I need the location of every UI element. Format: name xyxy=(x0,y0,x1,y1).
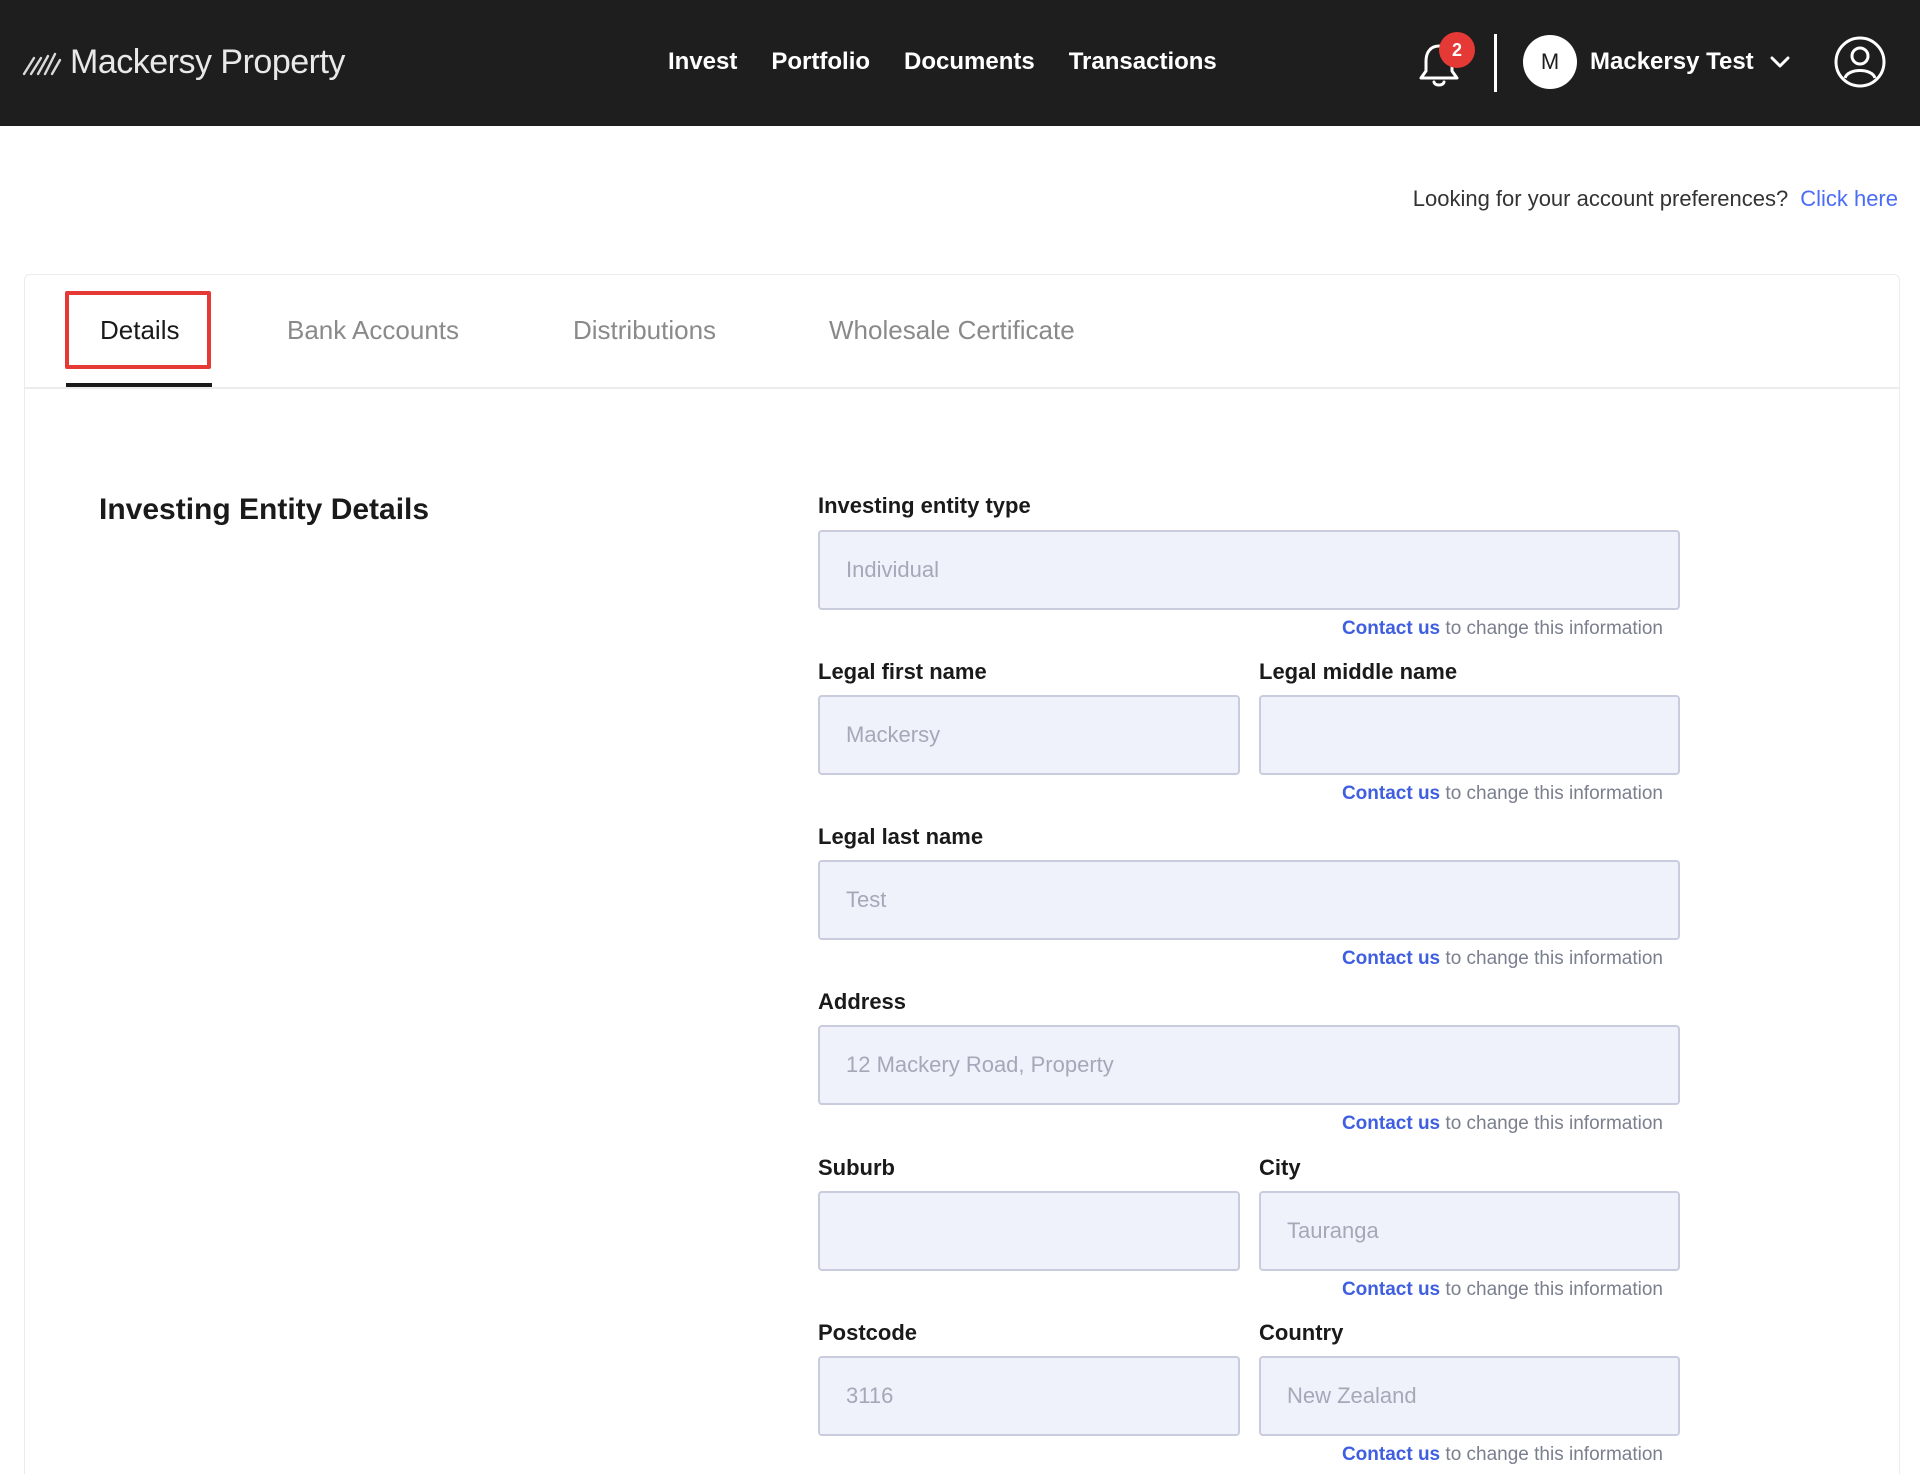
tab-bank-accounts[interactable]: Bank Accounts xyxy=(287,313,459,347)
main-nav: Invest Portfolio Documents Transactions xyxy=(668,44,1251,80)
brand-name: Mackersy Property xyxy=(70,42,345,81)
account-circle-icon[interactable] xyxy=(1832,34,1888,90)
account-preferences-note: Looking for your account preferences? Cli… xyxy=(1413,186,1898,212)
entity-type-help: Contact us to change this information xyxy=(1341,618,1663,639)
contact-us-link[interactable]: Contact us xyxy=(1342,948,1440,969)
address-help: Contact us to change this information xyxy=(1341,1113,1663,1134)
contact-us-link[interactable]: Contact us xyxy=(1342,1113,1440,1134)
postcode-field[interactable]: 3116 xyxy=(818,1356,1240,1436)
address-label: Address xyxy=(818,989,907,1014)
tab-wholesale-certificate[interactable]: Wholesale Certificate xyxy=(829,313,1075,347)
suburb-field[interactable] xyxy=(818,1191,1240,1271)
name-help: Contact us to change this information xyxy=(1341,783,1663,804)
city-field[interactable]: Tauranga xyxy=(1259,1191,1680,1271)
address-field[interactable]: 12 Mackery Road, Property xyxy=(818,1025,1680,1105)
active-tab-underline xyxy=(66,383,212,387)
tab-distributions[interactable]: Distributions xyxy=(573,313,716,347)
last-name-label: Legal last name xyxy=(818,824,984,849)
location-help: Contact us to change this information xyxy=(1341,1279,1663,1300)
details-card: Details Bank Accounts Distributions Whol… xyxy=(24,274,1900,1474)
user-avatar[interactable]: M xyxy=(1523,35,1577,89)
contact-us-link[interactable]: Contact us xyxy=(1342,1444,1440,1465)
city-label: City xyxy=(1259,1155,1301,1180)
middle-name-field[interactable] xyxy=(1259,695,1680,775)
country-field[interactable]: New Zealand xyxy=(1259,1356,1680,1436)
brand-stripes-icon xyxy=(22,52,62,76)
entity-type-label: Investing entity type xyxy=(818,493,1031,518)
section-title: Investing Entity Details xyxy=(99,493,430,526)
entity-type-field[interactable]: Individual xyxy=(818,530,1680,610)
tab-details[interactable]: Details xyxy=(100,313,179,347)
chevron-down-icon[interactable] xyxy=(1768,52,1792,72)
notification-badge: 2 xyxy=(1439,32,1475,68)
brand-logo[interactable]: Mackersy Property xyxy=(22,40,345,84)
last-name-help: Contact us to change this information xyxy=(1341,948,1663,969)
header-divider xyxy=(1494,34,1497,92)
first-name-label: Legal first name xyxy=(818,659,987,684)
last-name-field[interactable]: Test xyxy=(818,860,1680,940)
preferences-link[interactable]: Click here xyxy=(1800,186,1898,211)
top-navigation-bar: Mackersy Property Invest Portfolio Docum… xyxy=(0,0,1920,126)
postcode-help: Contact us to change this information xyxy=(1341,1444,1663,1465)
tab-bar: Details Bank Accounts Distributions Whol… xyxy=(25,275,1899,389)
middle-name-label: Legal middle name xyxy=(1259,659,1458,684)
country-label: Country xyxy=(1259,1320,1344,1345)
first-name-field[interactable]: Mackersy xyxy=(818,695,1240,775)
user-name[interactable]: Mackersy Test xyxy=(1590,44,1754,80)
nav-documents[interactable]: Documents xyxy=(904,44,1035,80)
nav-invest[interactable]: Invest xyxy=(668,44,737,80)
contact-us-link[interactable]: Contact us xyxy=(1342,1279,1440,1300)
nav-portfolio[interactable]: Portfolio xyxy=(771,44,870,80)
contact-us-link[interactable]: Contact us xyxy=(1342,783,1440,804)
contact-us-link[interactable]: Contact us xyxy=(1342,618,1440,639)
preferences-text: Looking for your account preferences? xyxy=(1412,186,1789,211)
nav-transactions[interactable]: Transactions xyxy=(1069,44,1217,80)
suburb-label: Suburb xyxy=(818,1155,895,1180)
postcode-label: Postcode xyxy=(818,1320,918,1345)
